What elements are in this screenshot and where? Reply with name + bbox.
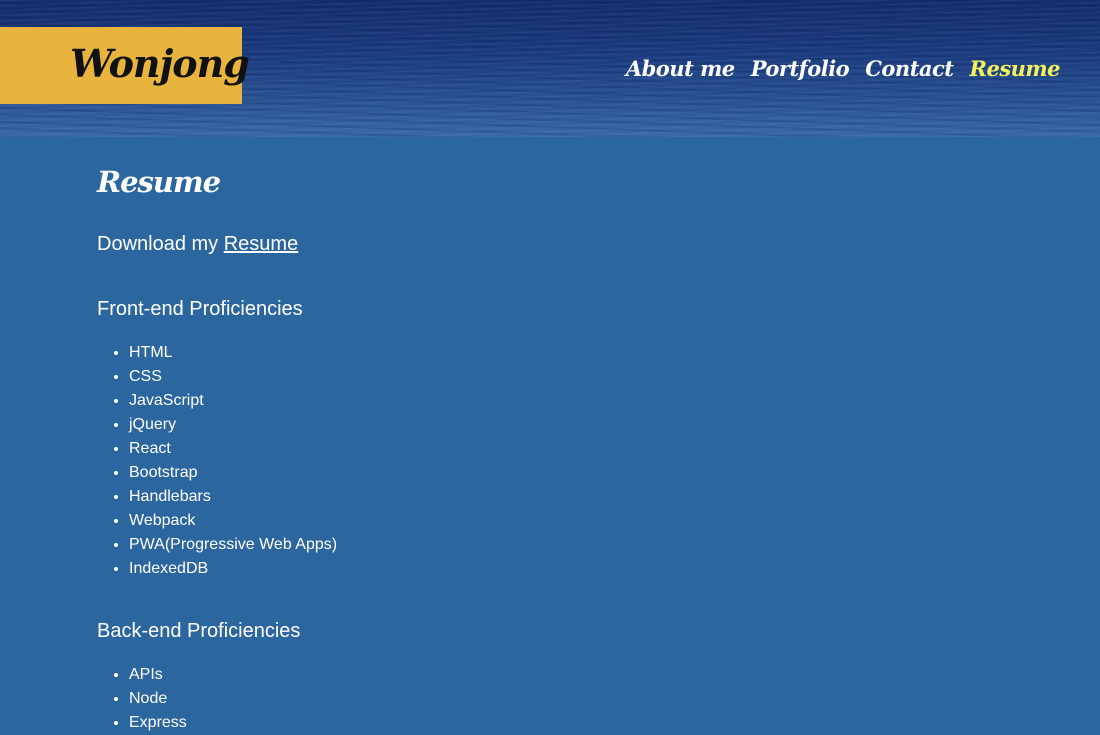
- backend-list: APIs Node Express: [97, 663, 997, 735]
- download-line: Download my Resume: [97, 230, 997, 258]
- frontend-list: HTML CSS JavaScript jQuery React Bootstr…: [97, 341, 997, 581]
- site-header: Wonjong About me Portfolio Contact Resum…: [0, 0, 1100, 137]
- download-prefix: Download my: [97, 233, 224, 255]
- list-item: Node: [129, 687, 997, 711]
- list-item: CSS: [129, 365, 997, 389]
- backend-section-title: Back-end Proficiencies: [97, 620, 301, 642]
- nav-contact[interactable]: Contact: [865, 52, 954, 86]
- list-item: React: [129, 437, 997, 461]
- frontend-section-title: Front-end Proficiencies: [97, 298, 303, 320]
- main-nav: About me Portfolio Contact Resume: [626, 52, 1061, 86]
- list-item: PWA(Progressive Web Apps): [129, 533, 997, 557]
- list-item: Webpack: [129, 509, 997, 533]
- list-item: APIs: [129, 663, 997, 687]
- nav-resume[interactable]: Resume: [970, 52, 1061, 86]
- list-item: IndexedDB: [129, 557, 997, 581]
- list-item: jQuery: [129, 413, 997, 437]
- nav-about-me[interactable]: About me: [626, 52, 735, 86]
- list-item: JavaScript: [129, 389, 997, 413]
- nav-portfolio[interactable]: Portfolio: [751, 52, 850, 86]
- site-logo[interactable]: Wonjong: [70, 36, 250, 92]
- page-title: Resume: [97, 165, 221, 199]
- list-item: HTML: [129, 341, 997, 365]
- list-item: Express: [129, 711, 997, 735]
- resume-download-link[interactable]: Resume: [224, 233, 298, 255]
- main-content: Resume Download my Resume Front-end Prof…: [97, 160, 997, 735]
- list-item: Bootstrap: [129, 461, 997, 485]
- list-item: Handlebars: [129, 485, 997, 509]
